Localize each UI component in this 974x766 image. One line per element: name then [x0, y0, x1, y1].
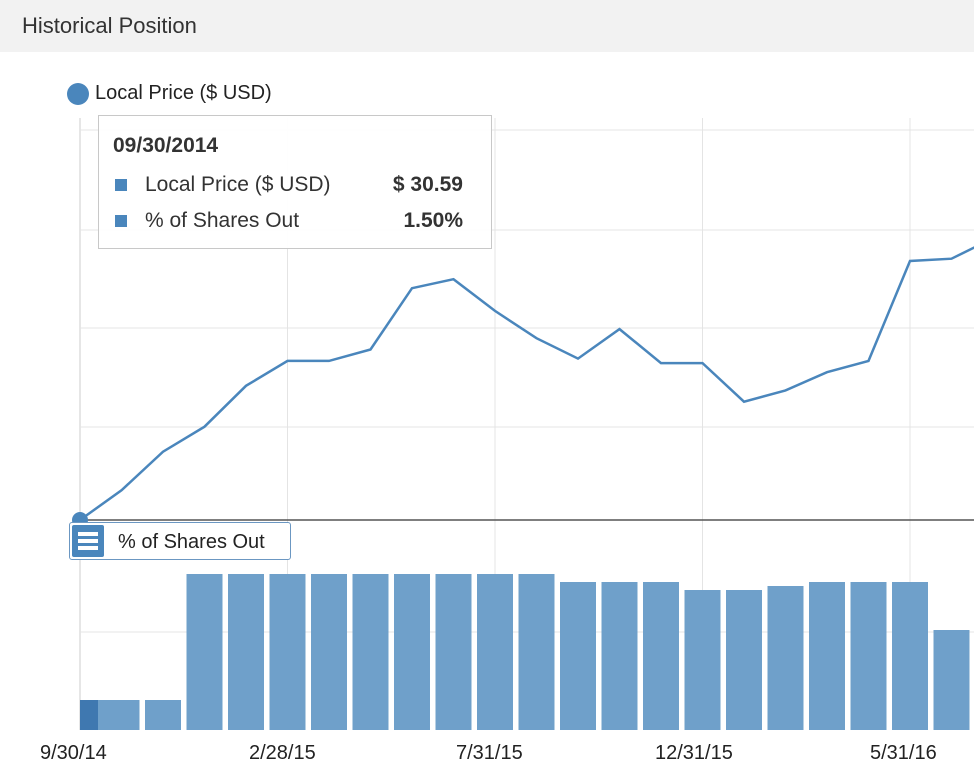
- bar: [186, 574, 223, 730]
- bar: [435, 574, 472, 730]
- bar: [850, 582, 887, 730]
- shares-out-label: % of Shares Out: [118, 531, 265, 553]
- x-tick-label: 2/28/15: [249, 742, 316, 764]
- bar: [394, 574, 430, 730]
- bar: [643, 582, 679, 730]
- bar: [892, 582, 928, 730]
- shares-out-panel-label[interactable]: % of Shares Out: [69, 522, 291, 560]
- tooltip-series-value: 1.50%: [403, 209, 463, 232]
- panel-title: Historical Position: [22, 13, 197, 38]
- bar: [103, 700, 140, 730]
- bar: [352, 574, 389, 730]
- x-tick-label: 5/31/16: [870, 742, 937, 764]
- bar: [560, 582, 596, 730]
- bar: [809, 582, 845, 730]
- price-series-line: [79, 246, 974, 522]
- hamburger-menu-icon[interactable]: [72, 525, 104, 557]
- x-tick-label: 12/31/15: [655, 742, 733, 764]
- legend-label[interactable]: Local Price ($ USD): [95, 82, 272, 105]
- bar: [684, 590, 721, 730]
- series-swatch-icon: [115, 215, 127, 227]
- bar: [767, 586, 804, 730]
- chart-tooltip: 09/30/2014 Local Price ($ USD) $ 30.59 %…: [98, 115, 492, 249]
- tooltip-series-name: % of Shares Out: [145, 209, 300, 232]
- tooltip-row-shares: % of Shares Out 1.50%: [115, 209, 475, 233]
- x-tick-label: 7/31/15: [456, 742, 523, 764]
- bar: [477, 574, 513, 730]
- tooltip-series-name: Local Price ($ USD): [145, 173, 331, 196]
- tooltip-series-value: $ 30.59: [392, 173, 463, 196]
- tooltip-row-price: Local Price ($ USD) $ 30.59: [115, 173, 475, 197]
- tooltip-date: 09/30/2014: [113, 134, 219, 157]
- bar: [311, 574, 347, 730]
- bar: [228, 574, 264, 730]
- bar: [726, 590, 762, 730]
- bar: [933, 630, 970, 730]
- bar: [145, 700, 181, 730]
- bar: [80, 700, 98, 730]
- bar: [518, 574, 555, 730]
- legend-marker-icon[interactable]: [67, 83, 89, 105]
- bar: [601, 582, 638, 730]
- bar: [269, 574, 306, 730]
- series-swatch-icon: [115, 179, 127, 191]
- panel-header: Historical Position: [0, 0, 974, 52]
- x-tick-label: 9/30/14: [40, 742, 107, 764]
